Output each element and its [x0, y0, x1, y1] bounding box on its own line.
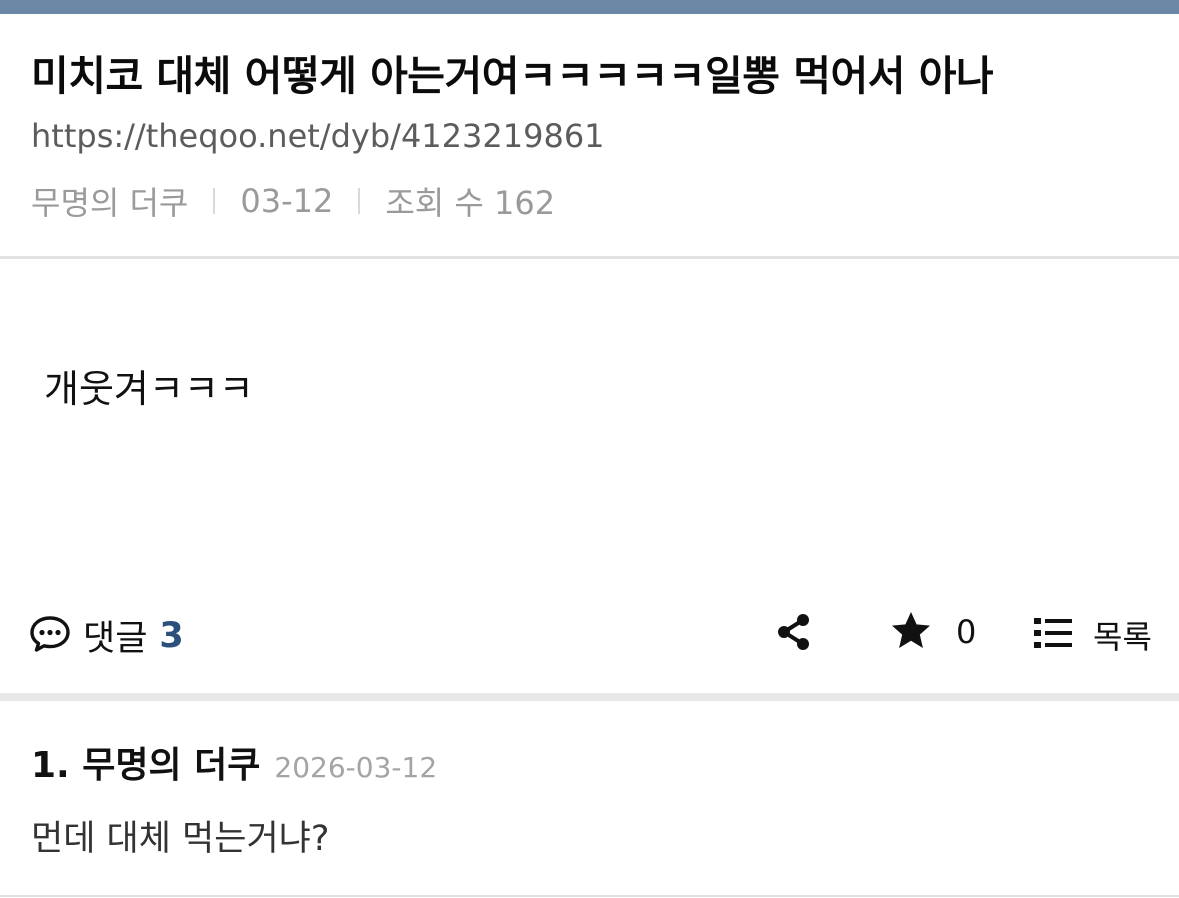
comments-divider: [0, 693, 1179, 701]
meta-separator: [358, 188, 361, 214]
list-label: 목록: [1093, 618, 1152, 656]
comment-header: 1. 무명의 더쿠 2026-03-12: [31, 736, 437, 788]
post-date: 03-12: [240, 182, 334, 220]
post-title: 미치코 대체 어떻게 아는거여ㅋㅋㅋㅋㅋ일뽕 먹어서 아나: [31, 52, 994, 100]
share-icon: [774, 614, 814, 656]
post-action-bar: 댓글 3 0 목록: [0, 600, 1179, 666]
post-author: 무명의 더쿠: [31, 184, 189, 222]
top-accent-bar: [0, 0, 1179, 14]
list-icon: [1033, 615, 1073, 655]
comment-author: 1. 무명의 더쿠: [31, 745, 261, 786]
comments-count: 3: [159, 615, 184, 656]
comment-divider: [0, 895, 1179, 897]
meta-separator: [213, 188, 216, 214]
star-icon: [890, 610, 932, 654]
post-url[interactable]: https://theqoo.net/dyb/4123219861: [31, 117, 605, 155]
speech-bubble-icon: [29, 614, 71, 658]
post-views: 조회 수 162: [385, 184, 556, 222]
list-button[interactable]: 목록: [1033, 612, 1152, 658]
comment-text: 먼데 대체 먹는거냐?: [31, 819, 330, 859]
post-body: 개웃겨ㅋㅋㅋ: [44, 367, 254, 411]
post-meta: 무명의 더쿠 03-12 조회 수 162: [31, 178, 555, 224]
recommend-count: 0: [956, 613, 977, 651]
comments-label: 댓글: [83, 619, 148, 659]
recommend-button[interactable]: 0: [890, 610, 976, 654]
share-button[interactable]: [774, 612, 814, 652]
comments-button[interactable]: 댓글 3: [29, 610, 184, 661]
header-divider: [0, 256, 1179, 259]
comment-date: 2026-03-12: [274, 751, 438, 784]
